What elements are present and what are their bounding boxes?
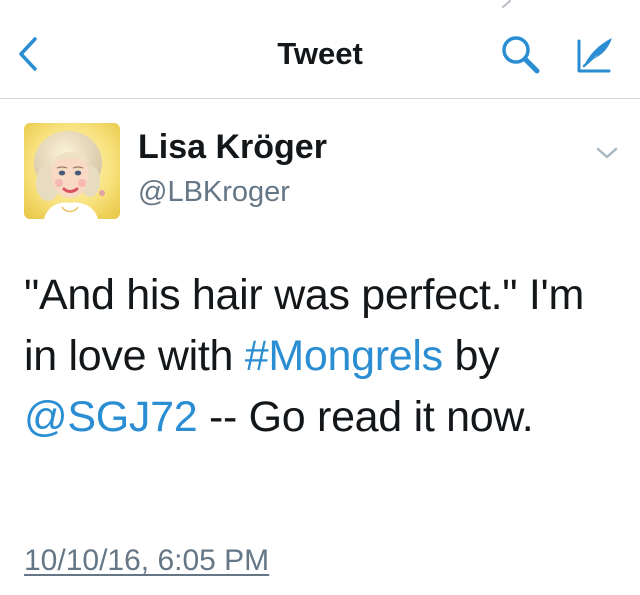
hashtag-link[interactable]: #Mongrels	[245, 332, 443, 380]
profile-photo	[24, 123, 120, 219]
navigation-bar: Tweet	[0, 0, 640, 99]
tweet-text: "And his hair was perfect." I'm in love …	[24, 265, 624, 448]
tweet-text-segment: -- Go read it now.	[197, 393, 534, 441]
chevron-down-icon	[596, 147, 618, 159]
author-handle[interactable]: @LBKroger	[138, 172, 290, 212]
search-icon	[502, 36, 540, 74]
compose-button[interactable]	[570, 32, 618, 78]
search-button[interactable]	[497, 33, 545, 77]
author-name[interactable]: Lisa Kröger	[138, 125, 327, 169]
tweet-timestamp[interactable]: 10/10/16, 6:05 PM	[24, 540, 269, 582]
tweet-text-segment: by	[442, 332, 500, 380]
mention-link[interactable]: @SGJ72	[24, 393, 198, 441]
avatar[interactable]	[24, 123, 120, 219]
partial-icon-fragment	[502, 0, 511, 8]
tweet-options-button[interactable]	[590, 140, 624, 166]
compose-quill-icon	[577, 38, 612, 73]
